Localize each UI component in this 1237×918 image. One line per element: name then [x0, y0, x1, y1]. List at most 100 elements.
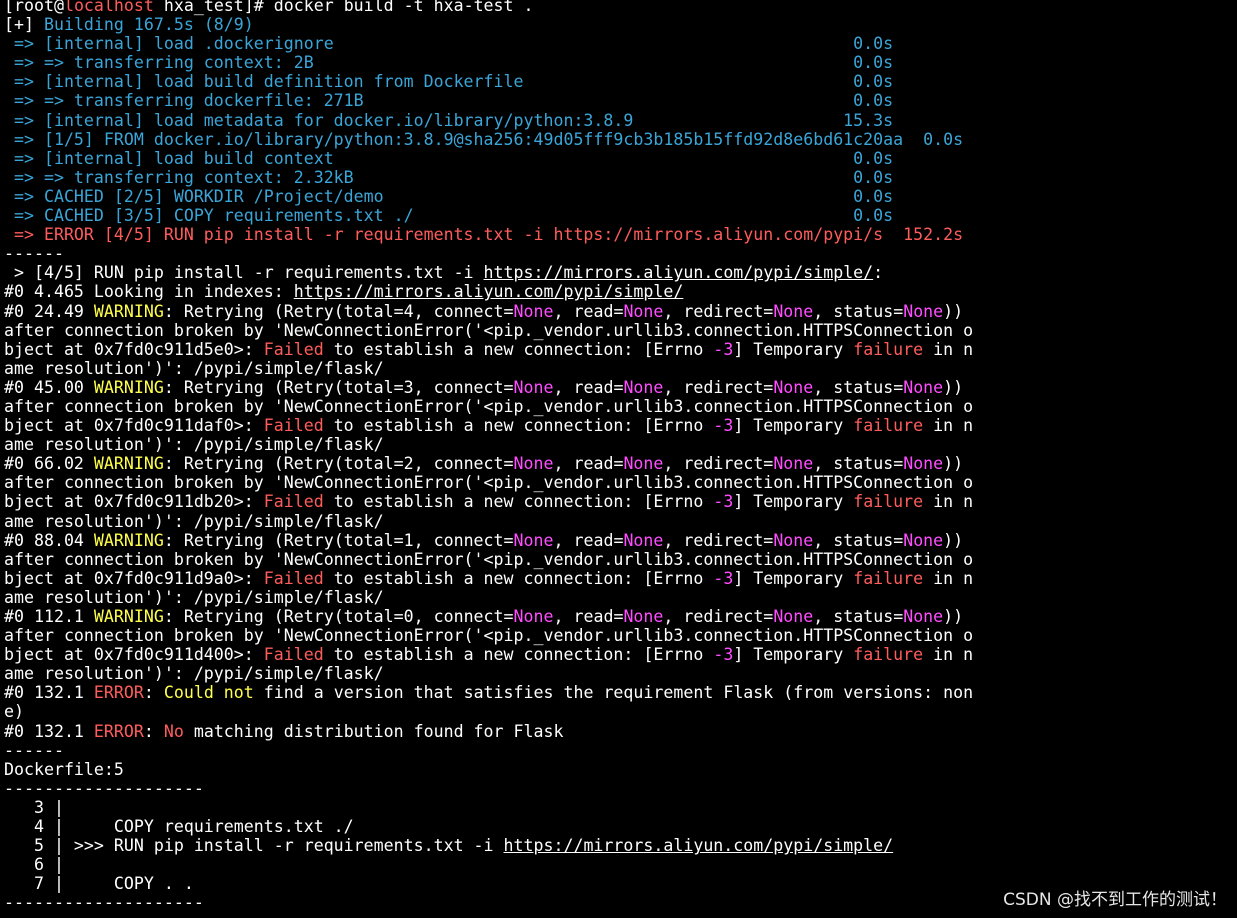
terminal-line: #0 132.1 ERROR: No matching distribution… [4, 722, 1237, 741]
terminal-text: , status= [813, 607, 904, 626]
terminal-text: None [513, 377, 554, 397]
terminal-text: None [623, 530, 664, 550]
terminal-text: => ERROR [4/5] RUN pip install -r requir… [4, 225, 964, 245]
terminal-line: #0 4.465 Looking in indexes: https://mir… [4, 282, 1237, 301]
terminal-text: No [163, 721, 184, 741]
terminal-text: find a version that satisfies the requir… [253, 683, 974, 703]
terminal-text: 5 | >>> RUN pip install -r requirements.… [4, 836, 504, 856]
terminal-text: ] Temporary [733, 339, 854, 359]
terminal-text: after connection broken by 'NewConnectio… [4, 473, 974, 493]
terminal-line: [root@localhost hxa_test]# docker build … [4, 0, 1237, 15]
terminal-text: after connection broken by 'NewConnectio… [4, 396, 974, 416]
terminal-line: bject at 0x7fd0c911d5e0>: Failed to esta… [4, 340, 1237, 359]
terminal-text: None [513, 607, 554, 626]
terminal-text: => [1/5] FROM docker.io/library/python:3… [4, 129, 964, 149]
terminal-text: hxa_test]# docker build -t hxa-test . [153, 0, 534, 15]
terminal-text: None [903, 607, 944, 626]
terminal-line: after connection broken by 'NewConnectio… [4, 626, 1237, 645]
terminal-text: , redirect= [663, 454, 774, 474]
terminal-line: -------------------- [4, 779, 1237, 798]
terminal-line: > [4/5] RUN pip install -r requirements.… [4, 263, 1237, 282]
terminal-text: 4 | COPY requirements.txt ./ [4, 817, 354, 837]
terminal-text: => [internal] load build definition from… [4, 72, 894, 92]
terminal-text: , read= [553, 301, 624, 321]
terminal-text: #0 24.49 [4, 301, 94, 321]
terminal-text: ERROR [93, 683, 144, 703]
terminal-text: -------------------- [4, 893, 204, 913]
terminal-text: #0 66.02 [4, 454, 94, 474]
terminal-line: #0 45.00 WARNING: Retrying (Retry(total=… [4, 378, 1237, 397]
terminal-text: => CACHED [2/5] WORKDIR /Project/demo 0.… [4, 186, 894, 206]
terminal-line: #0 66.02 WARNING: Retrying (Retry(total=… [4, 454, 1237, 473]
terminal-line: ame resolution')': /pypi/simple/flask/ [4, 435, 1237, 454]
terminal-text: )) [943, 530, 964, 550]
terminal-text: #0 4.465 Looking in indexes: [4, 282, 294, 302]
terminal-text: None [773, 454, 814, 474]
terminal-text: , read= [553, 454, 624, 474]
terminal-text: )) [943, 377, 964, 397]
terminal-line: after connection broken by 'NewConnectio… [4, 397, 1237, 416]
terminal-text: > [4/5] RUN pip install -r requirements.… [4, 263, 484, 283]
terminal-text: None [773, 301, 814, 321]
terminal-line: #0 132.1 ERROR: Could not find a version… [4, 683, 1237, 702]
terminal-text: , redirect= [663, 301, 774, 321]
terminal-text: None [623, 607, 664, 626]
terminal-text: localhost [63, 0, 154, 15]
terminal-text: )) [943, 454, 964, 474]
terminal-text: ------ [4, 740, 64, 760]
terminal-line: bject at 0x7fd0c911d9a0>: Failed to esta… [4, 569, 1237, 588]
terminal-line: #0 112.1 WARNING: Retrying (Retry(total=… [4, 607, 1237, 626]
terminal-text: in n [923, 645, 974, 665]
terminal-text: -3 [713, 416, 734, 436]
terminal-text: Building 167.5s (8/9) [43, 15, 254, 35]
terminal-text: None [903, 377, 944, 397]
terminal-text: ] Temporary [733, 492, 854, 512]
terminal-line: after connection broken by 'NewConnectio… [4, 321, 1237, 340]
terminal-text: #0 45.00 [4, 377, 94, 397]
terminal-text: None [623, 454, 664, 474]
terminal-text: WARNING [93, 454, 164, 474]
terminal-line: 4 | COPY requirements.txt ./ [4, 817, 1237, 836]
terminal-text: in n [923, 339, 974, 359]
terminal-line: => [internal] load .dockerignore 0.0s [4, 34, 1237, 53]
terminal-line: => [internal] load metadata for docker.i… [4, 111, 1237, 130]
terminal-text: in n [923, 416, 974, 436]
terminal-text: #0 132.1 [4, 683, 94, 703]
terminal-line: #0 24.49 WARNING: Retrying (Retry(total=… [4, 302, 1237, 321]
terminal-text: ame resolution')': /pypi/simple/flask/ [4, 511, 384, 531]
terminal-text: )) [943, 607, 964, 626]
terminal-line: 6 | [4, 855, 1237, 874]
terminal-link[interactable]: https://mirrors.aliyun.com/pypi/simple/ [504, 836, 894, 855]
terminal-text: None [513, 301, 554, 321]
terminal-text: , status= [813, 454, 904, 474]
terminal-text: WARNING [93, 377, 164, 397]
terminal-text: after connection broken by 'NewConnectio… [4, 549, 974, 569]
terminal-text: => => transferring context: 2B 0.0s [4, 53, 894, 73]
terminal-output[interactable]: [root@localhost hxa_test]# docker build … [4, 0, 1237, 913]
terminal-text: => [internal] load build context 0.0s [4, 148, 894, 168]
terminal-text: in n [923, 568, 974, 588]
terminal-text: ] Temporary [733, 568, 854, 588]
terminal-text: bject at 0x7fd0c911d9a0>: [4, 568, 264, 588]
terminal-text: None [513, 530, 554, 550]
terminal-text: : [143, 721, 164, 741]
terminal-text: matching distribution found for Flask [183, 721, 564, 741]
terminal-text: failure [853, 645, 924, 665]
terminal-text: )) [943, 301, 964, 321]
terminal-link[interactable]: https://mirrors.aliyun.com/pypi/simple/ [484, 263, 874, 282]
terminal-line: => CACHED [3/5] COPY requirements.txt ./… [4, 206, 1237, 225]
terminal-text: after connection broken by 'NewConnectio… [4, 626, 974, 646]
terminal-text: , read= [553, 377, 624, 397]
terminal-text: [+] [4, 15, 44, 35]
terminal-line: => [internal] load build context 0.0s [4, 149, 1237, 168]
terminal-line: ------ [4, 741, 1237, 760]
terminal-text: WARNING [93, 530, 164, 550]
terminal-link[interactable]: https://mirrors.aliyun.com/pypi/simple/ [294, 282, 684, 301]
terminal-text: #0 88.04 [4, 530, 94, 550]
terminal-text: : [143, 683, 164, 703]
terminal-text: , read= [553, 530, 624, 550]
terminal-text: Failed [263, 416, 324, 436]
terminal-text: to establish a new connection: [Errno [323, 645, 714, 665]
terminal-text: failure [853, 339, 924, 359]
terminal-line: => ERROR [4/5] RUN pip install -r requir… [4, 225, 1237, 244]
